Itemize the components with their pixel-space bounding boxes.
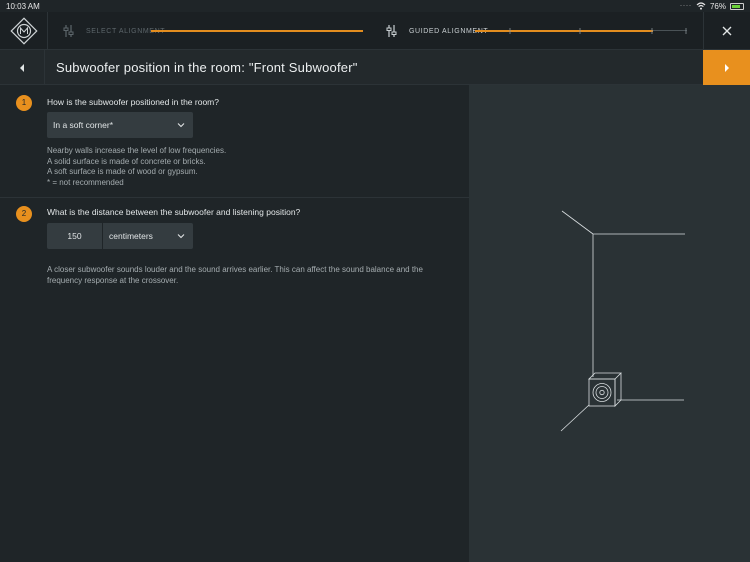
close-button[interactable] bbox=[703, 12, 750, 50]
help-line: frequency response at the crossover. bbox=[47, 275, 179, 285]
battery-percent: 76% bbox=[709, 1, 726, 11]
title-bar: Subwoofer position in the room: "Front S… bbox=[0, 50, 750, 85]
sliders-icon bbox=[386, 25, 397, 37]
battery-icon bbox=[730, 2, 744, 10]
questions-panel: 1 How is the subwoofer positioned in the… bbox=[0, 85, 469, 562]
room-illustration-panel bbox=[469, 85, 750, 562]
select-value: In a soft corner* bbox=[53, 120, 114, 130]
step-select-alignment[interactable]: Select Alignment bbox=[62, 12, 165, 50]
question-text: What is the distance between the subwoof… bbox=[47, 207, 301, 217]
room-illustration bbox=[560, 210, 685, 432]
select-value: centimeters bbox=[109, 231, 153, 241]
wifi-icon bbox=[696, 2, 706, 10]
step-2-progress-ticks bbox=[509, 28, 687, 34]
page-title: Subwoofer position in the room: "Front S… bbox=[56, 60, 358, 75]
help-line: A closer subwoofer sounds louder and the… bbox=[47, 265, 423, 274]
distance-help: A closer subwoofer sounds louder and the… bbox=[47, 265, 423, 286]
step-1-progress-bar bbox=[151, 30, 363, 32]
chevron-down-icon bbox=[177, 123, 185, 128]
question-number-badge: 1 bbox=[16, 95, 32, 111]
question-text: How is the subwoofer positioned in the r… bbox=[47, 97, 219, 107]
position-select[interactable]: In a soft corner* bbox=[47, 112, 193, 138]
signal-icon: ···· bbox=[679, 3, 692, 9]
sliders-icon bbox=[63, 25, 74, 37]
help-line: A soft surface is made of wood or gypsum… bbox=[47, 167, 198, 177]
top-nav: Select Alignment Guided alignment bbox=[0, 12, 750, 50]
help-line: Nearby walls increase the level of low f… bbox=[47, 146, 227, 155]
chevron-right-icon bbox=[724, 63, 729, 72]
position-help: Nearby walls increase the level of low f… bbox=[47, 146, 226, 188]
divider bbox=[0, 197, 469, 198]
status-time: 10:03 AM bbox=[6, 1, 40, 11]
help-line: * = not recommended bbox=[47, 177, 124, 187]
unit-select[interactable]: centimeters bbox=[103, 223, 193, 249]
help-line: A solid surface is made of concrete or b… bbox=[47, 156, 206, 166]
question-number-badge: 2 bbox=[16, 206, 32, 222]
logo-icon bbox=[9, 17, 38, 45]
status-bar: 10:03 AM ···· 76% bbox=[0, 0, 750, 12]
chevron-down-icon bbox=[177, 234, 185, 239]
status-indicators: ···· 76% bbox=[680, 2, 744, 11]
chevron-left-icon bbox=[20, 63, 24, 72]
step-guided-alignment[interactable]: Guided alignment bbox=[385, 12, 488, 50]
next-button[interactable] bbox=[703, 50, 750, 85]
close-icon bbox=[722, 26, 732, 36]
back-button[interactable] bbox=[0, 50, 45, 85]
distance-input[interactable]: 150 bbox=[47, 223, 102, 249]
distance-value: 150 bbox=[67, 231, 82, 241]
brand-logo bbox=[0, 12, 48, 50]
